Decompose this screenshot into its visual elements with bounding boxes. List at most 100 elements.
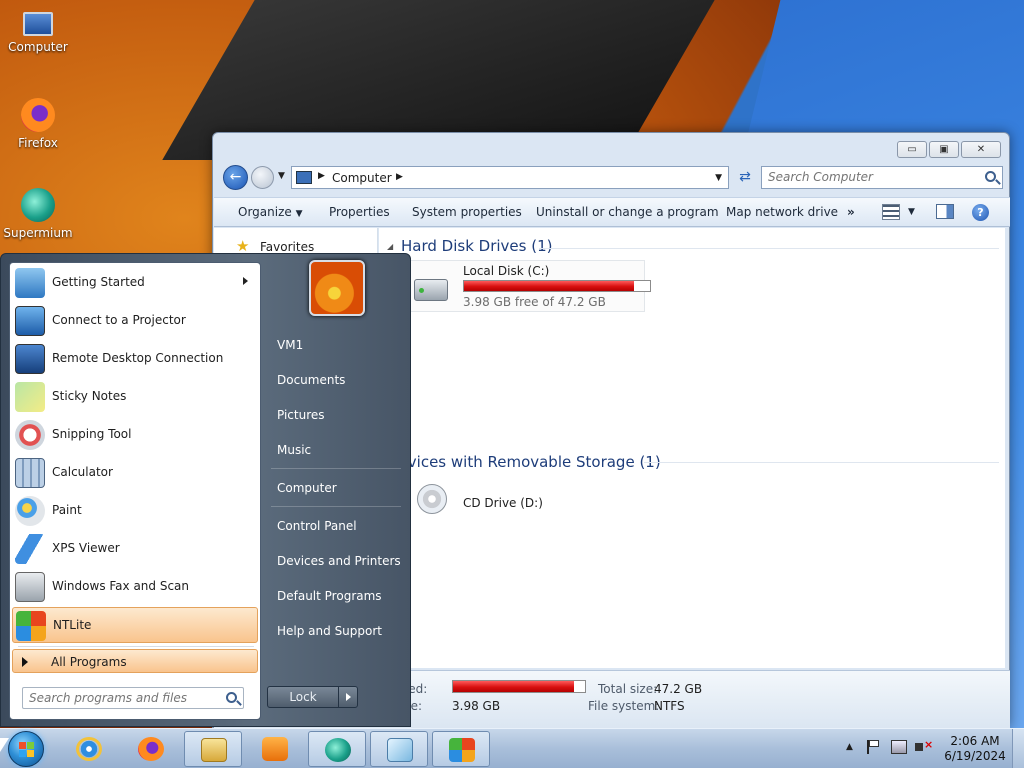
help-icon[interactable]: ? [972, 204, 989, 221]
ntlite-icon [449, 738, 475, 762]
title-bar[interactable]: ▭ ▣ ✕ [213, 133, 1009, 161]
program-remote-desktop[interactable]: Remote Desktop Connection [12, 341, 258, 377]
taskbar-media-player[interactable] [246, 731, 304, 767]
forward-button[interactable] [251, 166, 274, 189]
start-item-computer[interactable]: Computer [267, 473, 401, 503]
file-system-label: File system: [588, 699, 660, 713]
taskbar-windows-explorer[interactable] [184, 731, 242, 767]
drive-usage-bar [463, 280, 651, 292]
taskbar-internet-explorer[interactable] [60, 731, 118, 767]
program-label: Sticky Notes [52, 389, 127, 403]
show-hidden-icons-icon[interactable]: ▲ [846, 742, 853, 752]
program-paint[interactable]: Paint [12, 493, 258, 529]
space-free-value: 3.98 GB [452, 699, 501, 713]
network-icon[interactable] [891, 740, 907, 754]
folder-icon [201, 738, 227, 762]
internet-explorer-icon [76, 737, 102, 761]
properties-button[interactable]: Properties [329, 205, 390, 219]
submenu-arrow-icon[interactable] [243, 277, 248, 285]
program-getting-started[interactable]: Getting Started [12, 265, 258, 301]
address-row: ← ▼ ▶ Computer ▶ ▼ ⇄ [221, 165, 1003, 191]
refresh-icon[interactable]: ⇄ [733, 166, 757, 189]
recent-pages-dropdown[interactable]: ▼ [278, 171, 285, 181]
desktop-icon-computer[interactable]: Computer [0, 8, 76, 54]
organize-label: Organize [238, 205, 292, 219]
taskbar-supermium[interactable] [308, 731, 366, 767]
start-item-default-programs[interactable]: Default Programs [267, 581, 401, 611]
start-item-user-folder[interactable]: VM1 [267, 330, 401, 360]
start-item-control-panel[interactable]: Control Panel [267, 511, 401, 541]
group-header-removable[interactable]: Devices with Removable Storage (1) [407, 453, 661, 471]
start-menu-programs-pane: Getting Started Connect to a Projector R… [9, 262, 261, 720]
maximize-button[interactable]: ▣ [929, 141, 959, 158]
desktop-icon-label: Computer [8, 40, 68, 54]
program-connect-projector[interactable]: Connect to a Projector [12, 303, 258, 339]
back-button[interactable]: ← [223, 165, 248, 190]
address-bar[interactable]: ▶ Computer ▶ ▼ [291, 166, 729, 189]
all-programs-button[interactable]: All Programs [12, 649, 258, 673]
map-network-drive-button[interactable]: Map network drive [726, 205, 838, 219]
ntlite-icon [16, 611, 46, 641]
start-item-devices-printers[interactable]: Devices and Printers [267, 546, 401, 576]
program-fax-scan[interactable]: Windows Fax and Scan [12, 569, 258, 605]
program-label: Connect to a Projector [52, 313, 186, 327]
desktop-icon-firefox[interactable]: Firefox [0, 98, 76, 150]
shutdown-options-arrow-icon[interactable] [338, 686, 358, 708]
program-xps-viewer[interactable]: XPS Viewer [12, 531, 258, 567]
start-item-help-support[interactable]: Help and Support [267, 616, 401, 646]
taskbar-app[interactable] [370, 731, 428, 767]
start-search-box[interactable] [22, 687, 244, 709]
start-item-pictures[interactable]: Pictures [267, 400, 401, 430]
program-calculator[interactable]: Calculator [12, 455, 258, 491]
minimize-button[interactable]: ▭ [897, 141, 927, 158]
address-dropdown-icon[interactable]: ▼ [715, 173, 722, 183]
search-icon[interactable] [985, 171, 996, 182]
breadcrumb-computer[interactable]: Computer [332, 171, 392, 185]
drive-local-disk-c[interactable]: Local Disk (C:) 3.98 GB free of 47.2 GB [407, 260, 651, 312]
program-label: XPS Viewer [52, 541, 120, 555]
program-label: Windows Fax and Scan [52, 579, 190, 593]
preview-pane-icon[interactable] [936, 204, 954, 219]
drive-name: Local Disk (C:) [463, 264, 550, 278]
view-dropdown-icon[interactable]: ▼ [908, 207, 915, 217]
lock-button[interactable]: Lock [267, 686, 339, 708]
search-icon[interactable] [226, 692, 237, 703]
change-view-icon[interactable] [882, 204, 900, 220]
total-size-label: Total size: [598, 682, 658, 696]
drive-cd-d[interactable]: CD Drive (D:) [407, 480, 557, 524]
system-properties-button[interactable]: System properties [412, 205, 522, 219]
search-box[interactable] [761, 166, 1003, 189]
taskbar-firefox[interactable] [122, 731, 180, 767]
program-label: Remote Desktop Connection [52, 351, 224, 365]
search-input[interactable] [768, 170, 973, 184]
taskbar-ntlite[interactable] [432, 731, 490, 767]
group-header-hdd[interactable]: Hard Disk Drives (1) [401, 237, 552, 255]
start-button[interactable] [8, 731, 44, 767]
program-ntlite[interactable]: NTLite [12, 607, 258, 643]
organize-button[interactable]: Organize ▼ [238, 205, 303, 219]
uninstall-program-button[interactable]: Uninstall or change a program [536, 205, 719, 219]
collapse-group-icon[interactable]: ◢ [387, 242, 393, 251]
firefox-icon [138, 737, 164, 761]
more-commands-button[interactable]: » [847, 205, 855, 219]
taskbar: ▲ × 2:06 AM 6/19/2024 [0, 728, 1024, 768]
xps-viewer-icon [15, 534, 45, 564]
program-label: Calculator [52, 465, 113, 479]
show-desktop-button[interactable] [1012, 729, 1024, 768]
breadcrumb-chevron-icon[interactable]: ▶ [318, 171, 325, 181]
start-item-music[interactable]: Music [267, 435, 401, 465]
user-avatar[interactable] [309, 260, 365, 316]
action-center-flag-icon[interactable] [867, 740, 881, 754]
desktop-icon-supermium[interactable]: Supermium [0, 188, 76, 240]
breadcrumb-chevron-icon[interactable]: ▶ [396, 172, 403, 182]
start-item-documents[interactable]: Documents [267, 365, 401, 395]
sticky-notes-icon [15, 382, 45, 412]
paint-icon [15, 496, 45, 526]
volume-muted-icon[interactable]: × [915, 738, 933, 754]
program-sticky-notes[interactable]: Sticky Notes [12, 379, 258, 415]
cd-drive-icon [417, 484, 447, 514]
close-button[interactable]: ✕ [961, 141, 1001, 158]
program-snipping-tool[interactable]: Snipping Tool [12, 417, 258, 453]
start-search-input[interactable] [29, 691, 219, 705]
system-clock[interactable]: 2:06 AM 6/19/2024 [940, 734, 1010, 764]
